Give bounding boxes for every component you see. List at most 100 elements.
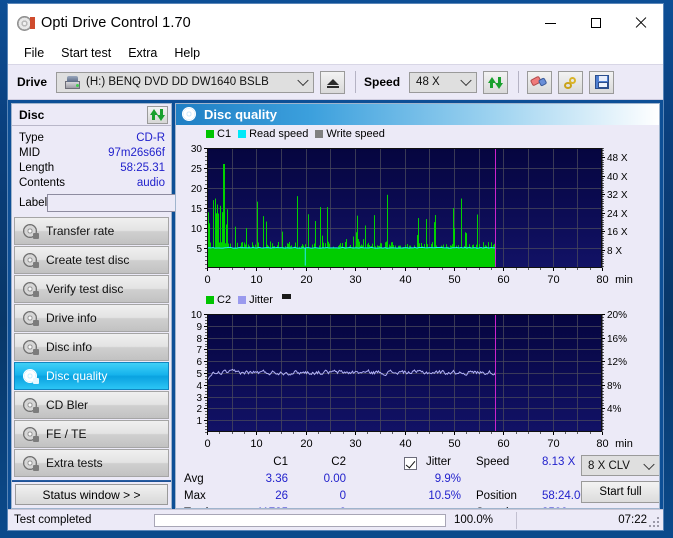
svg-text:40: 40: [399, 274, 411, 286]
sidebar-item-label: Drive info: [46, 311, 97, 325]
disc-header-title: Disc: [19, 107, 45, 122]
drive-select-value: (H:) BENQ DVD DD DW1640 BSLB: [86, 76, 269, 88]
chevron-down-icon: [460, 74, 472, 87]
refresh-icon: [150, 107, 165, 122]
legend-swatch: [238, 295, 247, 304]
wrench-icon: [563, 75, 578, 90]
disc-label-row: Label: [19, 193, 257, 213]
erase-button[interactable]: [527, 70, 553, 94]
title-bar: Opti Drive Control 1.70: [8, 4, 663, 42]
main-panel: Disc quality C1 Read speed Write speed 5…: [175, 103, 660, 509]
close-button[interactable]: [618, 4, 663, 42]
menu-item-file[interactable]: File: [16, 44, 53, 63]
save-button[interactable]: [589, 70, 615, 94]
svg-text:0: 0: [204, 274, 210, 286]
info-key: MID: [19, 146, 41, 159]
svg-text:80: 80: [596, 438, 608, 450]
svg-text:8 X: 8 X: [607, 246, 622, 257]
svg-text:32 X: 32 X: [607, 190, 628, 201]
tools-button[interactable]: [558, 70, 584, 94]
menu-item-help[interactable]: Help: [166, 44, 209, 63]
svg-text:80: 80: [596, 274, 608, 286]
c2-jitter-chart[interactable]: 1 2 3 4 5 6 7 8 9 10 4% 8% 12% 16% 20% 0 10 20 30 40 50 60 70 8…: [176, 306, 659, 454]
stats-col-header-c2: C2: [331, 456, 346, 468]
toolbar-divider-2: [518, 71, 520, 93]
jitter-checkbox[interactable]: [404, 457, 417, 470]
speed-select-value: 48 X: [416, 76, 440, 88]
disc-bler-icon: [23, 397, 39, 413]
sidebar-nav: Transfer rate Create test disc Verify te…: [12, 216, 171, 482]
svg-text:12%: 12%: [607, 357, 627, 368]
drive-label: Drive: [17, 75, 48, 89]
svg-text:20: 20: [300, 274, 312, 286]
disc-info-row-mid: MID 97m26s66f: [19, 145, 165, 160]
stats-col-header-c1: C1: [273, 456, 288, 468]
disc-extra-icon: [23, 455, 39, 471]
stats-max-jitter: 10.5%: [428, 490, 461, 502]
svg-text:8: 8: [196, 334, 202, 345]
c1-chart-svg: 5 10 15 20 25 30 8 X 16 X 24 X 32 X 40 X 48 X 0 10 20 3…: [191, 144, 633, 286]
chevron-down-icon: [643, 458, 655, 470]
disc-transfer-icon: [23, 223, 39, 239]
start-full-button[interactable]: Start full: [581, 481, 659, 503]
legend-swatch: [315, 129, 324, 138]
svg-text:24 X: 24 X: [607, 209, 628, 220]
legend-item-read-speed: Read speed: [238, 128, 308, 140]
svg-text:10: 10: [191, 224, 203, 235]
svg-text:6: 6: [196, 357, 202, 368]
scale-marker-icon: [281, 293, 291, 299]
eraser-icon: [529, 73, 549, 92]
svg-text:16%: 16%: [607, 334, 627, 345]
resize-grip[interactable]: [649, 517, 660, 528]
maximize-button[interactable]: [573, 4, 618, 42]
maximize-icon: [590, 18, 601, 28]
write-strategy-select[interactable]: 8 X CLV: [581, 455, 659, 476]
menu-item-extra[interactable]: Extra: [120, 44, 166, 63]
refresh-speed-button[interactable]: [483, 70, 509, 94]
svg-text:8%: 8%: [607, 381, 622, 392]
sidebar-item-transfer-rate[interactable]: Transfer rate: [14, 217, 169, 245]
refresh-icon: [488, 75, 504, 90]
disc-refresh-button[interactable]: [147, 105, 168, 124]
svg-text:40: 40: [399, 438, 411, 450]
toolbar-divider-1: [355, 71, 357, 93]
minimize-button[interactable]: [528, 4, 573, 42]
jitter-label: Jitter: [426, 456, 451, 468]
sidebar-item-create-test-disc[interactable]: Create test disc: [14, 246, 169, 274]
sidebar-item-cd-bler[interactable]: CD Bler: [14, 391, 169, 419]
speed-label: Speed: [364, 75, 401, 89]
c1-chart[interactable]: 5 10 15 20 25 30 8 X 16 X 24 X 32 X 40 X 48 X 0 10 20 3…: [176, 140, 659, 290]
menu-item-start-test[interactable]: Start test: [53, 44, 120, 63]
toolbar: Drive (H:) BENQ DVD DD DW1640 BSLB Speed…: [8, 64, 663, 100]
status-bar: Test completed 100.0% 07:22: [8, 509, 663, 530]
legend-item-write-speed: Write speed: [315, 128, 385, 140]
disc-info-row-length: Length 58:25.31: [19, 160, 165, 175]
sidebar-item-disc-info[interactable]: Disc info: [14, 333, 169, 361]
disc-fete-icon: [23, 426, 39, 442]
stats-avg-jitter: 9.9%: [434, 473, 461, 485]
menu-bar: File Start test Extra Help: [8, 42, 663, 64]
speed-stat-value: 8.13 X: [542, 456, 576, 468]
legend-item-c1: C1: [206, 128, 231, 140]
label-caption: Label: [19, 197, 48, 209]
drive-icon: [65, 75, 81, 89]
body: Disc Type CD-R MID 97m26s66f Length 58:2…: [8, 100, 663, 509]
sidebar-item-extra-tests[interactable]: Extra tests: [14, 449, 169, 477]
chevron-down-icon: [297, 74, 309, 87]
eject-button[interactable]: [320, 70, 346, 94]
status-window-button[interactable]: Status window > >: [15, 484, 168, 505]
stats-row-label-max: Max: [184, 490, 206, 502]
drive-select[interactable]: (H:) BENQ DVD DD DW1640 BSLB: [56, 71, 315, 93]
svg-text:15: 15: [191, 204, 203, 215]
speed-select[interactable]: 48 X: [409, 71, 478, 93]
sidebar-item-disc-quality[interactable]: Disc quality: [14, 362, 169, 390]
svg-text:50: 50: [448, 274, 460, 286]
svg-text:25: 25: [191, 164, 203, 175]
sidebar-item-fe-te[interactable]: FE / TE: [14, 420, 169, 448]
sidebar-item-verify-test-disc[interactable]: Verify test disc: [14, 275, 169, 303]
sidebar-item-drive-info[interactable]: Drive info: [14, 304, 169, 332]
stats-avg-c2: 0.00: [323, 473, 346, 485]
legend-swatch: [206, 295, 214, 304]
disc-header: Disc: [12, 104, 171, 126]
disc-info-block: Type CD-R MID 97m26s66f Length 58:25.31 …: [12, 126, 257, 216]
